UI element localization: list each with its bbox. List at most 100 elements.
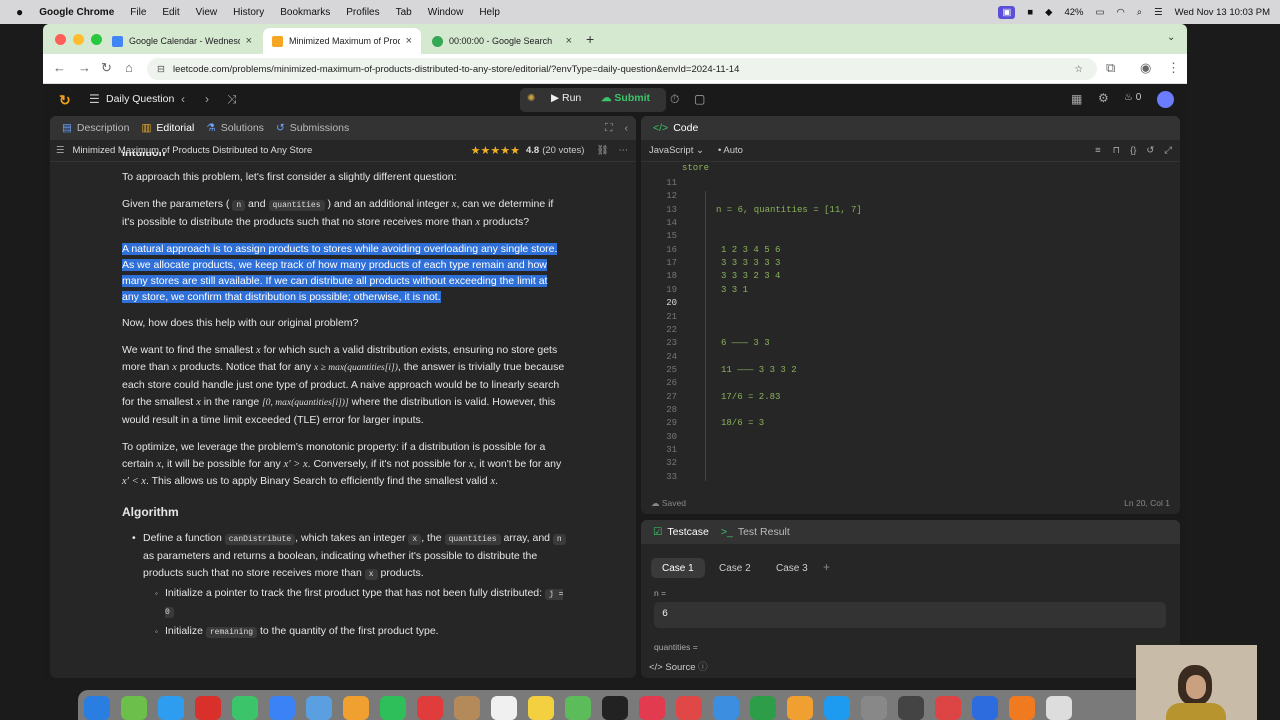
spotlight-search-icon[interactable]: ⌕: [1137, 7, 1142, 18]
next-problem-icon[interactable]: ›: [205, 92, 209, 106]
case-2-tab[interactable]: Case 2: [708, 558, 762, 578]
collapse-panel-icon[interactable]: ‹: [625, 122, 629, 134]
fullscreen-editor-icon[interactable]: ⤢: [1164, 145, 1172, 156]
timer-icon[interactable]: ⏱: [670, 92, 679, 107]
tab-close-icon[interactable]: ×: [406, 35, 412, 47]
home-icon[interactable]: ⌂: [125, 60, 133, 75]
dropbox-icon[interactable]: ◆: [1045, 7, 1052, 18]
notes-app-icon[interactable]: [528, 696, 554, 720]
debug-icon[interactable]: ✺: [527, 93, 535, 104]
auto-mode-toggle[interactable]: • Auto: [718, 145, 743, 156]
maps-icon[interactable]: [306, 696, 332, 720]
music-icon[interactable]: [639, 696, 665, 720]
url-field[interactable]: ⊟ leetcode.com/problems/minimized-maximu…: [147, 58, 1097, 80]
chrome-dock-icon[interactable]: [935, 696, 961, 720]
help-icon[interactable]: ⓘ: [698, 662, 708, 673]
chrome-menu-icon[interactable]: ⋮: [1167, 60, 1180, 76]
problem-list-icon[interactable]: ☰: [89, 92, 100, 106]
contacts-icon[interactable]: [454, 696, 480, 720]
battery-icon[interactable]: ▭: [1095, 7, 1104, 18]
control-center-icon[interactable]: ☰: [1154, 7, 1163, 18]
safari-icon[interactable]: [158, 696, 184, 720]
tab-google-search[interactable]: 00:00:00 - Google Search ×: [423, 28, 581, 54]
apple-icon[interactable]: ●: [16, 5, 23, 19]
tab-code[interactable]: </> Code: [653, 122, 698, 134]
system-settings-icon[interactable]: [861, 696, 887, 720]
language-select[interactable]: JavaScript ⌄: [649, 145, 704, 156]
tab-search-icon[interactable]: ⌄: [1167, 32, 1175, 43]
trash-icon[interactable]: [1046, 696, 1072, 720]
layout-icon[interactable]: ▦: [1071, 92, 1082, 106]
screen-record-icon[interactable]: ▣: [998, 5, 1016, 19]
forward-icon[interactable]: →: [78, 60, 91, 75]
freeform-icon[interactable]: [565, 696, 591, 720]
reminders-icon[interactable]: [491, 696, 517, 720]
minimize-window-button[interactable]: [73, 34, 84, 45]
tab-google-calendar[interactable]: Google Calendar - Wednesday ×: [103, 28, 261, 54]
menu-history[interactable]: History: [233, 7, 264, 18]
menu-view[interactable]: View: [196, 7, 218, 18]
calendar-app-icon[interactable]: [417, 696, 443, 720]
finder-icon[interactable]: [84, 696, 110, 720]
tab-testcase[interactable]: ☑ Testcase: [653, 526, 709, 538]
vlc-icon[interactable]: [1009, 696, 1035, 720]
tab-close-icon[interactable]: ×: [566, 35, 572, 47]
terminal-app-icon[interactable]: [898, 696, 924, 720]
submit-button[interactable]: ☁ Submit: [601, 92, 650, 104]
n-input[interactable]: 6: [654, 602, 1166, 628]
opera-icon[interactable]: [195, 696, 221, 720]
menu-profiles[interactable]: Profiles: [346, 7, 379, 18]
new-tab-icon[interactable]: +: [586, 31, 594, 47]
menu-help[interactable]: Help: [479, 7, 500, 18]
mail-icon[interactable]: [269, 696, 295, 720]
add-case-icon[interactable]: +: [823, 560, 830, 574]
photos-icon[interactable]: [343, 696, 369, 720]
menu-clock[interactable]: Wed Nov 13 10:03 PM: [1175, 7, 1270, 18]
user-avatar[interactable]: [1157, 91, 1174, 108]
expand-panel-icon[interactable]: ⛶: [605, 122, 612, 135]
app-store-icon[interactable]: [824, 696, 850, 720]
tab-submissions[interactable]: ↺ Submissions: [276, 122, 349, 134]
close-window-button[interactable]: [55, 34, 66, 45]
zoom-window-button[interactable]: [91, 34, 102, 45]
menu-bookmarks[interactable]: Bookmarks: [280, 7, 330, 18]
site-info-icon[interactable]: ⊟: [157, 64, 165, 75]
braces-icon[interactable]: {}: [1130, 145, 1136, 156]
format-code-icon[interactable]: ≡: [1095, 145, 1101, 156]
tv-icon[interactable]: [602, 696, 628, 720]
leetcode-logo-icon[interactable]: ↻: [59, 92, 71, 109]
bookmark-status-icon[interactable]: ■: [1027, 7, 1033, 18]
tab-leetcode[interactable]: Minimized Maximum of Products ×: [263, 28, 421, 54]
menu-file[interactable]: File: [130, 7, 146, 18]
menu-app-name[interactable]: Google Chrome: [39, 7, 114, 18]
wifi-icon[interactable]: ◠: [1116, 7, 1124, 18]
bookmark-icon[interactable]: ⊓: [1113, 145, 1120, 156]
extensions-icon[interactable]: ⧉: [1106, 60, 1115, 76]
outline-icon[interactable]: ☰: [56, 145, 65, 156]
prev-problem-icon[interactable]: ‹: [181, 92, 185, 106]
streak-counter[interactable]: ♨ 0: [1124, 92, 1141, 103]
launchpad-icon[interactable]: [121, 696, 147, 720]
tab-test-result[interactable]: >_ Test Result: [721, 526, 790, 538]
pages-icon[interactable]: [787, 696, 813, 720]
more-options-icon[interactable]: ⋯: [619, 145, 629, 156]
tab-solutions[interactable]: ⚗ Solutions: [206, 122, 264, 134]
reset-code-icon[interactable]: ↺: [1146, 145, 1154, 156]
daily-question-link[interactable]: Daily Question: [106, 93, 174, 105]
bookmark-star-icon[interactable]: ☆: [1074, 64, 1083, 75]
settings-gear-icon[interactable]: ⚙: [1098, 91, 1109, 105]
rating-stars[interactable]: ★★★★★: [471, 144, 520, 157]
tab-description[interactable]: ▤ Description: [62, 122, 129, 134]
menu-tab[interactable]: Tab: [396, 7, 412, 18]
run-button[interactable]: ▶ Run: [551, 92, 581, 104]
menu-window[interactable]: Window: [428, 7, 464, 18]
share-link-icon[interactable]: ⛓: [596, 145, 608, 156]
profile-avatar[interactable]: ◉: [1140, 60, 1151, 76]
facetime-icon[interactable]: [380, 696, 406, 720]
news-icon[interactable]: [676, 696, 702, 720]
reload-icon[interactable]: ↻: [101, 60, 112, 76]
tab-close-icon[interactable]: ×: [246, 35, 252, 47]
shuffle-icon[interactable]: ⤨: [227, 92, 237, 107]
case-3-tab[interactable]: Case 3: [765, 558, 819, 578]
messages-icon[interactable]: [232, 696, 258, 720]
